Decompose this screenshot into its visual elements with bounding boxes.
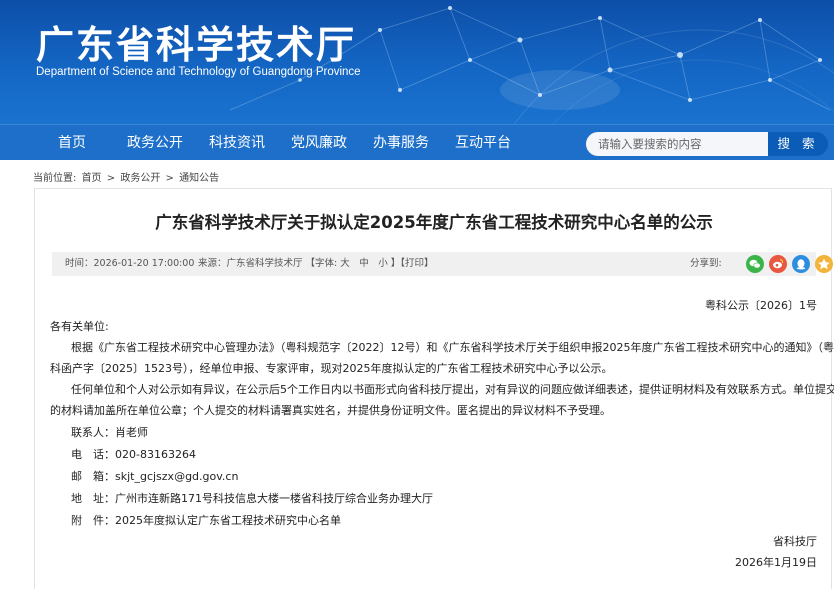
- paragraph-2-line-1: 任何单位和个人对公示如有异议，在公示后5个工作日内以书面形式向省科技厅提出，对有…: [71, 383, 834, 396]
- article-container: 广东省科学技术厅关于拟认定2025年度广东省工程技术研究中心名单的公示 时间：2…: [34, 188, 834, 589]
- paragraph-1-line-2: 科函产字〔2025〕1523号），经单位申报、专家评审，现对2025年度拟认定的…: [50, 362, 613, 375]
- article-meta-bar: 时间：2026-01-20 17:00:00 来源：广东省科学技术厅 【字体: …: [52, 252, 833, 276]
- contact-address: 地 址：广州市连新路171号科技信息大楼一楼省科技厅综合业务办理大厅: [71, 492, 433, 505]
- breadcrumb-item-home[interactable]: 首页: [82, 173, 102, 184]
- nav-item-home[interactable]: 首页: [58, 125, 86, 161]
- qq-icon[interactable]: [792, 255, 810, 273]
- main-navigation: 首页 政务公开 科技资讯 党风廉政 办事服务 互动平台 请输入要搜索的内容 搜 …: [0, 124, 834, 160]
- search-input[interactable]: 请输入要搜索的内容: [586, 132, 768, 156]
- breadcrumb-separator: >: [165, 173, 174, 184]
- site-title-english: Department of Science and Technology of …: [36, 66, 361, 78]
- publish-time: 时间：2026-01-20 17:00:00: [65, 258, 195, 269]
- nav-item-tech-news[interactable]: 科技资讯: [209, 125, 265, 161]
- site-title: 广东省科学技术厅: [36, 23, 357, 67]
- search-button[interactable]: 搜 索: [768, 132, 828, 156]
- attachment-link[interactable]: 附 件：2025年度拟认定广东省工程技术研究中心名单: [71, 510, 341, 532]
- article-source-and-tools[interactable]: 来源：广东省科学技术厅 【字体: 大 中 小 】【打印】: [198, 252, 434, 276]
- paragraph-2-line-2: 的材料请加盖所在单位公章；个人提交的材料请署真实姓名，并提供身份证明文件。匿名提…: [50, 404, 611, 417]
- contact-email: 邮 箱：skjt_gcjszx@gd.gov.cn: [71, 470, 239, 483]
- site-banner: 广东省科学技术厅 Department of Science and Techn…: [0, 0, 834, 124]
- nav-item-government-affairs[interactable]: 政务公开: [127, 125, 183, 161]
- document-number: 粤科公示〔2026〕1号: [705, 299, 817, 312]
- nav-item-interaction[interactable]: 互动平台: [455, 125, 511, 161]
- breadcrumb-label: 当前位置:: [33, 173, 77, 184]
- paragraph-1-line-1: 根据《广东省工程技术研究中心管理办法》（粤科规范字〔2022〕12号）和《广东省…: [71, 341, 834, 354]
- weibo-icon[interactable]: [769, 255, 787, 273]
- signature: 省科技厅: [773, 535, 817, 548]
- breadcrumb-item-government-affairs[interactable]: 政务公开: [120, 173, 160, 184]
- salutation: 各有关单位:: [50, 320, 109, 333]
- share-label: 分享到:: [690, 258, 722, 269]
- article-title: 广东省科学技术厅关于拟认定2025年度广东省工程技术研究中心名单的公示: [155, 213, 713, 232]
- breadcrumb-item-notices[interactable]: 通知公告: [179, 173, 219, 184]
- breadcrumb: 当前位置: 首页 > 政务公开 > 通知公告: [33, 169, 221, 184]
- qzone-icon[interactable]: [815, 255, 833, 273]
- nav-item-party-integrity[interactable]: 党风廉政: [291, 125, 347, 161]
- wechat-icon[interactable]: [746, 255, 764, 273]
- contact-phone: 电 话：020-83163264: [71, 448, 196, 461]
- nav-item-services[interactable]: 办事服务: [373, 125, 429, 161]
- contact-person: 联系人：肖老师: [71, 426, 148, 439]
- breadcrumb-separator: >: [106, 173, 116, 184]
- signature-date: 2026年1月19日: [735, 556, 817, 569]
